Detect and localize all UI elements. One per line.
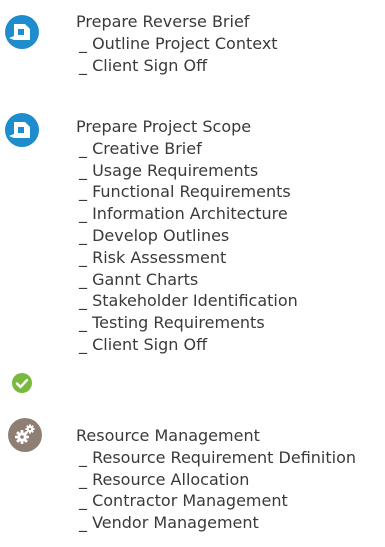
- list-item: _ Stakeholder Identification: [79, 291, 298, 311]
- document-icon: [5, 15, 39, 49]
- section-title: Resource Management: [76, 426, 260, 445]
- list-item: _ Information Architecture: [79, 204, 288, 224]
- document-icon: [5, 113, 39, 147]
- list-item: _ Usage Requirements: [79, 160, 259, 180]
- list-item: _ Functional Requirements: [79, 182, 291, 202]
- list-item: _ Contractor Management: [79, 491, 288, 511]
- list-item: _ Client Sign Off: [79, 55, 208, 75]
- list-item: _ Testing Requirements: [79, 313, 265, 333]
- list-item: _ Resource Allocation: [79, 469, 250, 489]
- section-title: Prepare Project Scope: [76, 117, 252, 136]
- list-item: _ Resource Requirement Definition: [79, 447, 357, 467]
- list-item: _ Vendor Management: [79, 513, 259, 533]
- check-circle-icon: [11, 372, 33, 394]
- list-item: _ Outline Project Context: [79, 33, 278, 53]
- gears-icon: [8, 418, 42, 452]
- list-item: _ Develop Outlines: [79, 225, 230, 245]
- list-item: _ Creative Brief: [79, 138, 202, 158]
- list-item: _ Gannt Charts: [79, 269, 199, 289]
- list-item-completed: _ Client Sign Off: [79, 334, 208, 354]
- list-item: _ Risk Assessment: [79, 247, 227, 267]
- section-title: Prepare Reverse Brief: [76, 12, 250, 31]
